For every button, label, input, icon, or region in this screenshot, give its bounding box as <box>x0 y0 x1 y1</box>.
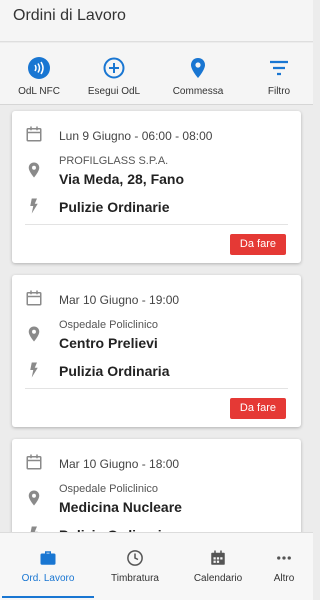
order-address: Via Meda, 28, Fano <box>59 171 185 187</box>
briefcase-icon <box>40 551 56 565</box>
card-divider <box>25 388 288 389</box>
order-datetime: Mar 10 Giugno - 18:00 <box>59 457 180 471</box>
active-indicator <box>2 596 94 598</box>
filter-label: Filtro <box>267 86 291 97</box>
location-pin-icon <box>191 58 205 78</box>
work-order-card[interactable]: Mar 10 Giugno - 19:00 Ospedale Policlini… <box>12 275 301 427</box>
calendar-icon <box>211 550 225 565</box>
calendar-icon <box>26 126 42 142</box>
nav-label-calendar: Calendario <box>193 573 243 584</box>
filter-button[interactable]: Filtro <box>240 43 318 105</box>
order-client: Ospedale Policlinico <box>59 319 159 331</box>
order-client: Ospedale Policlinico <box>59 483 159 495</box>
calendar-icon <box>26 290 42 306</box>
order-datetime: Lun 9 Giugno - 06:00 - 08:00 <box>59 129 213 143</box>
add-circle-icon <box>103 57 125 79</box>
clock-icon <box>127 550 143 566</box>
order-work-type: Pulizie Ordinarie <box>59 199 170 215</box>
order-address: Centro Prelievi <box>59 335 158 351</box>
work-order-card[interactable]: Lun 9 Giugno - 06:00 - 08:00 PROFILGLASS… <box>12 111 301 263</box>
bolt-icon <box>30 526 38 532</box>
nav-label-timbratura: Timbratura <box>111 573 159 584</box>
commessa-button[interactable]: Commessa <box>159 43 237 105</box>
nfc-icon <box>28 57 50 79</box>
order-datetime: Mar 10 Giugno - 19:00 <box>59 293 180 307</box>
more-dots-icon <box>277 556 291 560</box>
nav-item-orders[interactable]: Ord. Lavoro <box>0 533 96 600</box>
nav-label-more: Altro <box>273 573 295 584</box>
work-order-card[interactable]: Mar 10 Giugno - 18:00 Ospedale Policlini… <box>12 439 301 532</box>
work-order-list[interactable]: Lun 9 Giugno - 06:00 - 08:00 PROFILGLASS… <box>0 106 313 532</box>
nav-label-orders: Ord. Lavoro <box>21 573 75 584</box>
status-badge[interactable]: Da fare <box>229 398 286 419</box>
order-address: Medicina Nucleare <box>59 499 182 515</box>
nfc-label: OdL NFC <box>18 86 60 97</box>
order-client: PROFILGLASS S.P.A. <box>59 155 169 167</box>
nav-item-calendar[interactable]: Calendario <box>176 533 260 600</box>
bolt-icon <box>30 198 38 214</box>
location-pin-icon <box>28 490 40 506</box>
page-title: Ordini di Lavoro <box>13 7 126 24</box>
card-divider <box>25 224 288 225</box>
filter-icon <box>270 60 288 76</box>
commessa-label: Commessa <box>172 86 224 97</box>
order-work-type: Pulizia Ordinaria <box>59 363 170 379</box>
location-pin-icon <box>28 326 40 342</box>
bolt-icon <box>30 362 38 378</box>
action-toolbar: OdL NFC Esegui OdL Commessa Filtro <box>0 43 313 105</box>
nfc-button[interactable]: OdL NFC <box>0 43 78 105</box>
nav-item-more[interactable]: Altro <box>258 533 310 600</box>
execute-order-button[interactable]: Esegui OdL <box>75 43 153 105</box>
status-badge[interactable]: Da fare <box>229 234 286 255</box>
nav-item-timbratura[interactable]: Timbratura <box>92 533 178 600</box>
calendar-icon <box>26 454 42 470</box>
location-pin-icon <box>28 162 40 178</box>
execute-order-label: Esegui OdL <box>87 86 141 97</box>
bottom-navigation: Ord. Lavoro Timbratura Calendario Altro <box>0 532 313 600</box>
app-bar: Ordini di Lavoro <box>0 0 313 42</box>
